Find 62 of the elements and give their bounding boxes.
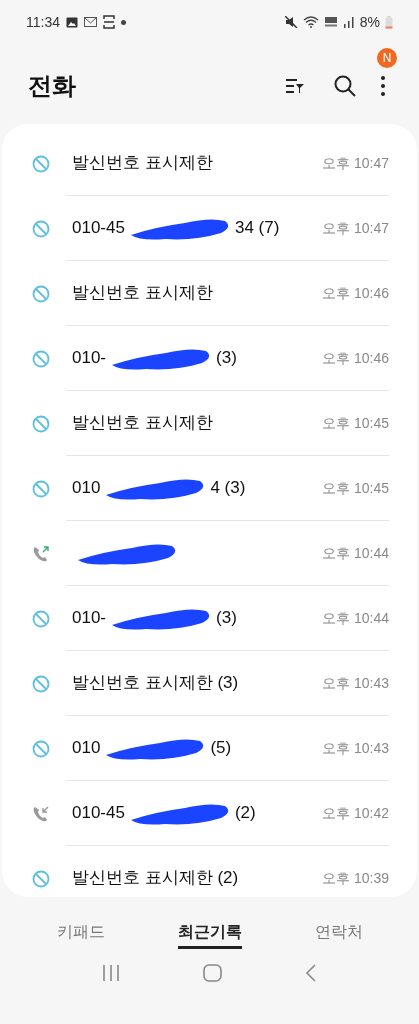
blocked-icon: [32, 284, 50, 303]
blocked-icon: [32, 219, 50, 238]
battery-percent: 8%: [359, 12, 380, 32]
call-time: 오후 10:44: [322, 543, 389, 563]
blocked-icon: [32, 154, 50, 173]
caller-name-end: (3): [216, 347, 237, 370]
nav-tab[interactable]: 최근기록: [177, 915, 242, 949]
scan-icon: [103, 15, 115, 29]
page-title: 전화: [28, 71, 77, 101]
call-time: 오후 10:47: [322, 153, 389, 173]
caller-name: 010-45: [72, 217, 125, 240]
call-time: 오후 10:46: [322, 283, 389, 303]
blocked-icon: [32, 414, 50, 433]
notification-badge: N: [377, 48, 397, 68]
caller-name-end: 34 (7): [234, 217, 280, 240]
caller-name: 발신번호 표시제한 (3): [72, 672, 239, 695]
more-icon: [381, 76, 385, 96]
call-time: 오후 10:42: [322, 803, 389, 823]
search-icon: [334, 75, 356, 97]
call-time: 오후 10:43: [322, 673, 389, 693]
signal-icon: [342, 16, 355, 28]
home-icon[interactable]: [203, 964, 222, 982]
call-time: 오후 10:47: [322, 218, 389, 238]
blocked-icon: [32, 674, 50, 693]
battery-icon: [385, 15, 393, 29]
caller-name-end: (3): [216, 607, 237, 630]
call-time: 오후 10:45: [322, 478, 389, 498]
call-time: 오후 10:39: [322, 868, 389, 888]
call-time: 오후 10:44: [322, 608, 389, 628]
wifi-icon: [302, 16, 319, 28]
mail-icon: [84, 17, 97, 27]
dot-icon: [121, 19, 126, 25]
caller-name: 발신번호 표시제한 (2): [72, 867, 239, 890]
filter-icon: [285, 78, 305, 94]
blocked-icon: [32, 609, 50, 628]
hd-voice-icon: [323, 16, 338, 28]
incoming-call-icon: [32, 804, 50, 823]
back-icon[interactable]: [305, 964, 318, 982]
nav-tab[interactable]: 연락처: [314, 915, 363, 949]
call-time: 오후 10:46: [322, 348, 389, 368]
call-time: 오후 10:43: [322, 738, 389, 758]
outgoing-call-icon: [32, 544, 50, 563]
caller-name: 010: [72, 477, 101, 500]
caller-name: 010-45: [72, 802, 125, 825]
caller-name: 발신번호 표시제한: [72, 282, 213, 305]
caller-name-end: 4 (3): [210, 477, 246, 500]
status-time: 11:34: [26, 12, 60, 32]
blocked-icon: [32, 869, 50, 888]
caller-name: 010-: [72, 607, 107, 630]
caller-name: 발신번호 표시제한: [72, 152, 213, 175]
caller-name: 010: [72, 737, 101, 760]
mute-icon: [284, 16, 298, 28]
call-time: 오후 10:45: [322, 413, 389, 433]
image-icon: [66, 16, 78, 28]
caller-name: 발신번호 표시제한: [72, 412, 213, 435]
nav-tab[interactable]: 키패드: [56, 915, 105, 949]
blocked-icon: [32, 479, 50, 498]
caller-name-end: (2): [234, 802, 256, 825]
blocked-icon: [32, 349, 50, 368]
caller-name-end: (5): [210, 737, 232, 760]
caller-name: 010-: [72, 347, 107, 370]
blocked-icon: [32, 739, 50, 758]
